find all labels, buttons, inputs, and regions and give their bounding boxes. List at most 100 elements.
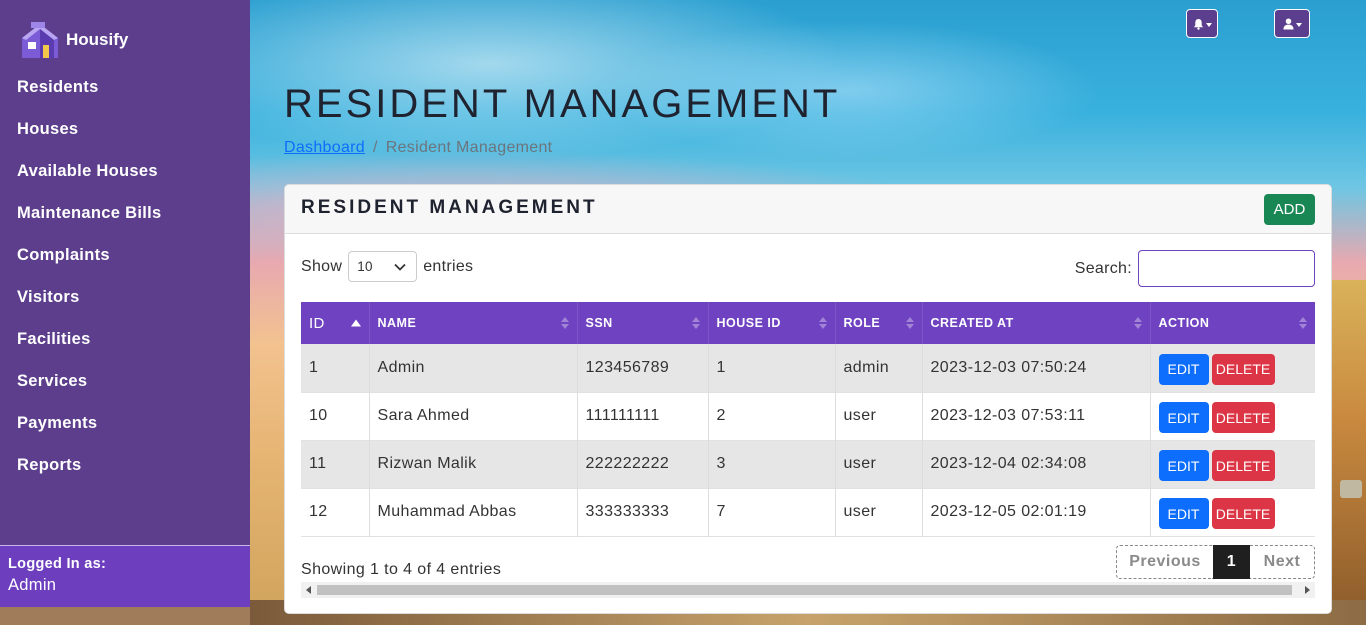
house-logo-icon — [22, 22, 58, 58]
resident-management-card: RESIDENT MANAGEMENT ADD Show 10 entries … — [284, 184, 1332, 614]
cell-name: Muhammad Abbas — [369, 488, 578, 536]
search-label: Search: — [1074, 259, 1132, 277]
cell-name: Sara Ahmed — [369, 392, 578, 440]
cell-name: Rizwan Malik — [369, 440, 578, 488]
column-header-name[interactable]: NAME — [369, 302, 578, 344]
delete-button[interactable]: DELETE — [1211, 353, 1275, 385]
column-header-action[interactable]: ACTION — [1150, 302, 1315, 344]
logged-in-panel: Logged In as: Admin — [0, 545, 250, 607]
sidebar-item-reports[interactable]: Reports — [0, 444, 250, 486]
cell-name: Admin — [369, 344, 578, 392]
entries-label: entries — [423, 257, 474, 275]
cell-created-at: 2023-12-05 02:01:19 — [922, 488, 1151, 536]
sidebar-item-houses[interactable]: Houses — [0, 108, 250, 150]
page-1-button[interactable]: 1 — [1213, 545, 1250, 579]
sort-ascending-icon — [350, 319, 361, 327]
page-size-select[interactable]: 10 — [348, 251, 418, 282]
cell-role: user — [835, 488, 923, 536]
sort-icon — [1133, 317, 1142, 329]
scroll-left-icon[interactable] — [306, 586, 311, 594]
breadcrumb: Dashboard / Resident Management — [284, 139, 552, 157]
edit-button[interactable]: EDIT — [1158, 353, 1209, 385]
sidebar-item-maintenance-bills[interactable]: Maintenance Bills — [0, 192, 250, 234]
breadcrumb-current: Resident Management — [385, 139, 553, 156]
cell-id: 1 — [301, 344, 370, 392]
user-menu-button[interactable] — [1274, 9, 1310, 38]
table-row: 11 Rizwan Malik 222222222 3 user 2023-12… — [301, 440, 1315, 488]
cell-id: 12 — [301, 488, 370, 536]
entries-length-control: Show 10 entries — [301, 251, 473, 282]
add-button[interactable]: ADD — [1264, 194, 1315, 225]
cell-house-id: 3 — [708, 440, 836, 488]
cell-role: admin — [835, 344, 923, 392]
chevron-down-icon — [1205, 22, 1212, 27]
cell-house-id: 7 — [708, 488, 836, 536]
table-row: 1 Admin 123456789 1 admin 2023-12-03 07:… — [301, 344, 1315, 392]
sidebar-item-payments[interactable]: Payments — [0, 402, 250, 444]
cell-actions: EDIT DELETE — [1150, 344, 1315, 392]
delete-button[interactable]: DELETE — [1211, 498, 1275, 529]
sidebar-nav: Residents Houses Available Houses Mainte… — [0, 66, 250, 486]
sort-icon — [691, 317, 700, 329]
cell-created-at: 2023-12-03 07:50:24 — [922, 344, 1151, 392]
sort-icon — [560, 317, 569, 329]
user-icon — [1282, 18, 1294, 29]
table-info: Showing 1 to 4 of 4 entries — [301, 561, 502, 578]
scroll-right-icon[interactable] — [1305, 586, 1310, 594]
column-header-role[interactable]: ROLE — [835, 302, 923, 344]
table-header-row: ID NAME SSN HOUSE ID ROLE CREATED AT ACT… — [301, 302, 1315, 344]
delete-button[interactable]: DELETE — [1211, 402, 1275, 433]
table-row: 10 Sara Ahmed 111111111 2 user 2023-12-0… — [301, 392, 1315, 440]
sidebar-item-visitors[interactable]: Visitors — [0, 276, 250, 318]
pagination: Previous 1 Next — [1116, 545, 1315, 579]
card-header: RESIDENT MANAGEMENT ADD — [285, 185, 1331, 234]
search-control: Search: — [1075, 250, 1315, 287]
sidebar-item-available-houses[interactable]: Available Houses — [0, 150, 250, 192]
cell-role: user — [835, 440, 923, 488]
previous-page-button[interactable]: Previous — [1116, 545, 1213, 579]
sidebar-item-facilities[interactable]: Facilities — [0, 318, 250, 360]
browser-extension-icon[interactable] — [1340, 480, 1362, 498]
sidebar: Housify Residents Houses Available House… — [0, 0, 250, 607]
scrollbar-thumb[interactable] — [317, 585, 1292, 595]
brand[interactable]: Housify — [18, 18, 128, 62]
cell-actions: EDIT DELETE — [1150, 440, 1315, 488]
search-input[interactable] — [1138, 250, 1315, 287]
breadcrumb-dashboard-link[interactable]: Dashboard — [284, 139, 365, 156]
sort-icon — [1299, 317, 1307, 329]
logged-in-label: Logged In as: — [8, 556, 107, 572]
cell-ssn: 333333333 — [577, 488, 709, 536]
card-title: RESIDENT MANAGEMENT — [301, 197, 598, 218]
cell-id: 10 — [301, 392, 370, 440]
table-row: 12 Muhammad Abbas 333333333 7 user 2023-… — [301, 488, 1315, 536]
cell-actions: EDIT DELETE — [1150, 488, 1315, 536]
cell-ssn: 111111111 — [577, 392, 709, 440]
sidebar-item-residents[interactable]: Residents — [0, 66, 250, 108]
edit-button[interactable]: EDIT — [1158, 498, 1209, 529]
column-header-created-at[interactable]: CREATED AT — [922, 302, 1151, 344]
delete-button[interactable]: DELETE — [1211, 450, 1275, 481]
cell-house-id: 1 — [708, 344, 836, 392]
page-size-value: 10 — [357, 259, 373, 274]
sidebar-item-services[interactable]: Services — [0, 360, 250, 402]
cell-actions: EDIT DELETE — [1150, 392, 1315, 440]
next-page-button[interactable]: Next — [1250, 545, 1315, 579]
edit-button[interactable]: EDIT — [1158, 402, 1209, 433]
cell-created-at: 2023-12-03 07:53:11 — [922, 392, 1151, 440]
sort-icon — [818, 317, 827, 329]
sort-icon — [905, 317, 914, 329]
chevron-down-icon — [1295, 22, 1302, 27]
horizontal-scrollbar[interactable] — [301, 582, 1315, 598]
column-header-house-id[interactable]: HOUSE ID — [708, 302, 836, 344]
logged-in-user: Admin — [8, 576, 57, 594]
bell-icon — [1193, 18, 1203, 30]
cell-id: 11 — [301, 440, 370, 488]
sidebar-item-complaints[interactable]: Complaints — [0, 234, 250, 276]
notifications-button[interactable] — [1186, 9, 1218, 38]
column-header-id[interactable]: ID — [301, 302, 370, 344]
sidebar-bottom-strip — [0, 607, 250, 625]
page-title: RESIDENT MANAGEMENT — [284, 82, 841, 126]
edit-button[interactable]: EDIT — [1158, 450, 1209, 481]
brand-name: Housify — [66, 30, 129, 49]
column-header-ssn[interactable]: SSN — [577, 302, 709, 344]
